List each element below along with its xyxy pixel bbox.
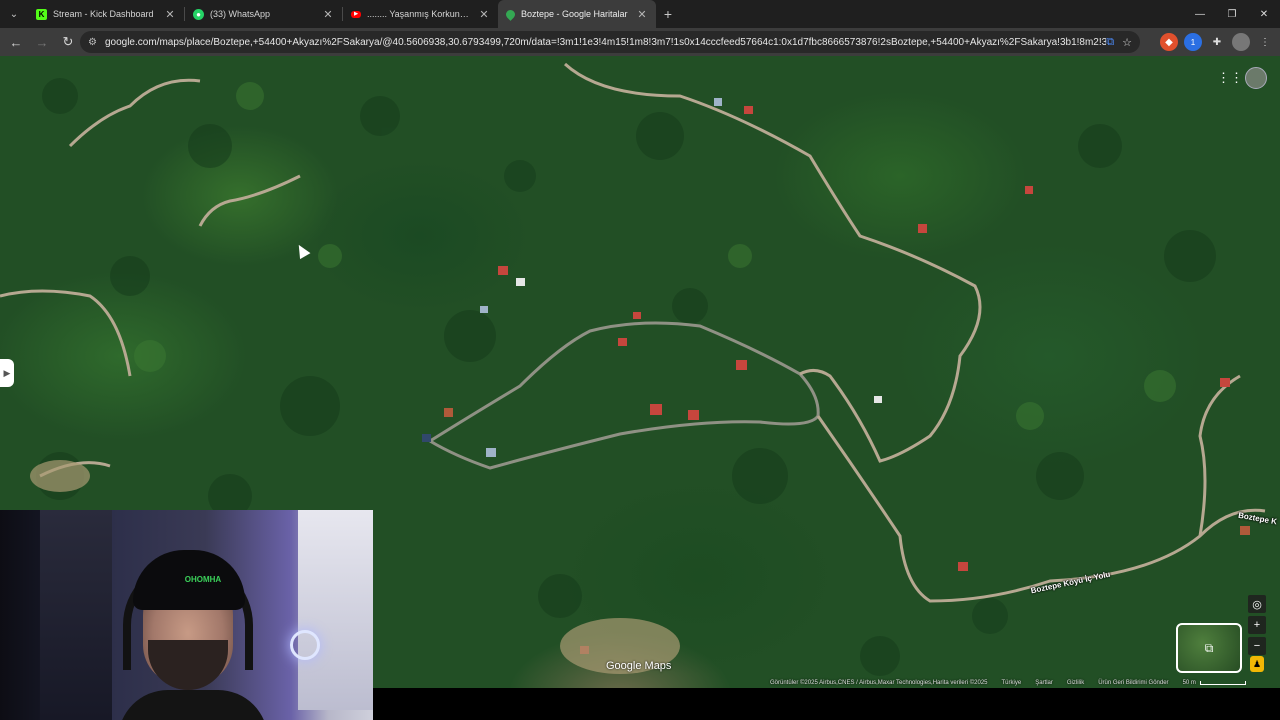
back-button[interactable]: ←	[4, 30, 28, 54]
close-icon[interactable]: ✕	[636, 8, 648, 21]
password-manager-icon[interactable]: 1	[1184, 33, 1202, 51]
tab-title: Boztepe - Google Haritalar	[521, 9, 628, 19]
tab-title: Stream - Kick Dashboard	[53, 9, 154, 19]
map-attribution: Görüntüler ©2025 Airbus,CNES / Airbus,Ma…	[770, 678, 1246, 688]
youtube-icon: ▶	[351, 10, 361, 18]
terms-link[interactable]: Şartlar	[1035, 680, 1053, 686]
browser-toolbar: ← → ↻ ⚙ google.com/maps/place/Boztepe,+5…	[0, 28, 1280, 56]
map-controls: ◎ + −	[1248, 595, 1266, 655]
webcam-light-ring	[290, 630, 320, 660]
profile-avatar[interactable]	[1232, 33, 1250, 51]
extension-icon[interactable]: ◆	[1160, 33, 1178, 51]
scale-label: 50 m	[1182, 680, 1196, 686]
tab-google-maps[interactable]: Boztepe - Google Haritalar ✕	[498, 0, 656, 28]
address-bar[interactable]: ⚙ google.com/maps/place/Boztepe,+54400+A…	[80, 31, 1140, 53]
tab-title: (33) WhatsApp	[210, 9, 271, 19]
account-avatar[interactable]	[1245, 67, 1267, 89]
webcam-background-panel	[298, 510, 373, 710]
minimize-icon[interactable]: —	[1184, 0, 1216, 28]
google-maps-logo: Google Maps	[606, 660, 672, 672]
close-window-icon[interactable]: ✕	[1248, 0, 1280, 28]
kick-icon: K	[36, 8, 47, 20]
streamer-body	[118, 690, 268, 720]
site-info-icon[interactable]: ⚙	[88, 37, 97, 48]
whatsapp-icon: ●	[193, 8, 204, 20]
tab-bar: ⌄ K Stream - Kick Dashboard ✕ ● (33) Wha…	[0, 0, 1280, 28]
window-controls: — ❐ ✕	[1184, 0, 1280, 28]
extensions-area: ◆ 1 ✚ ⋮	[1160, 28, 1280, 56]
url-text[interactable]: google.com/maps/place/Boztepe,+54400+Aky…	[105, 37, 1106, 48]
translate-icon[interactable]: ⧉	[1106, 36, 1114, 49]
privacy-link[interactable]: Gizlilik	[1067, 680, 1084, 686]
scale-bar	[1199, 681, 1246, 685]
webcam-background-door	[40, 510, 112, 720]
streamer-cap: ОНОМНА	[133, 550, 245, 610]
feedback-link[interactable]: Ürün Geri Bildirimi Gönder	[1098, 680, 1168, 686]
reload-button[interactable]: ↻	[56, 30, 80, 54]
tab-whatsapp[interactable]: ● (33) WhatsApp ✕	[185, 0, 342, 28]
restore-icon[interactable]: ❐	[1216, 0, 1248, 28]
zoom-in-button[interactable]: +	[1248, 616, 1266, 634]
close-icon[interactable]: ✕	[164, 8, 176, 21]
google-apps-icon[interactable]: ⋮⋮	[1217, 71, 1243, 85]
extensions-puzzle-icon[interactable]: ✚	[1208, 33, 1226, 51]
close-icon[interactable]: ✕	[478, 8, 490, 21]
country-link[interactable]: Türkiye	[1002, 680, 1022, 686]
new-tab-button[interactable]: +	[656, 6, 680, 22]
imagery-credit: Görüntüler ©2025 Airbus,CNES / Airbus,Ma…	[770, 680, 988, 686]
menu-kebab-icon[interactable]: ⋮	[1256, 33, 1274, 51]
bottom-letterbox	[373, 688, 1280, 720]
tab-search-button[interactable]: ⌄	[0, 0, 28, 28]
cap-logo: ОНОМНА	[184, 575, 222, 584]
forward-button[interactable]: →	[30, 30, 54, 54]
google-maps-icon	[504, 7, 517, 21]
tab-youtube[interactable]: ▶ ........ Yaşanmış KorkunÇ Hikaye ✕	[343, 0, 498, 28]
sidebar-expand-button[interactable]: ▶	[0, 359, 14, 387]
zoom-out-button[interactable]: −	[1248, 637, 1266, 655]
bookmark-star-icon[interactable]: ☆	[1122, 36, 1132, 49]
layers-toggle-button[interactable]: ⧉	[1176, 623, 1242, 673]
my-location-icon[interactable]: ◎	[1248, 595, 1266, 613]
close-icon[interactable]: ✕	[322, 8, 334, 21]
tab-title: ........ Yaşanmış KorkunÇ Hikaye	[367, 9, 474, 19]
scale-indicator[interactable]: 50 m	[1183, 680, 1246, 686]
street-view-pegman-icon[interactable]: ♟	[1250, 656, 1264, 672]
tab-kick[interactable]: K Stream - Kick Dashboard ✕	[28, 0, 184, 28]
webcam-overlay: ОНОМНА	[0, 510, 373, 720]
layers-icon: ⧉	[1204, 640, 1214, 655]
streamer: ОНОМНА	[118, 550, 268, 720]
